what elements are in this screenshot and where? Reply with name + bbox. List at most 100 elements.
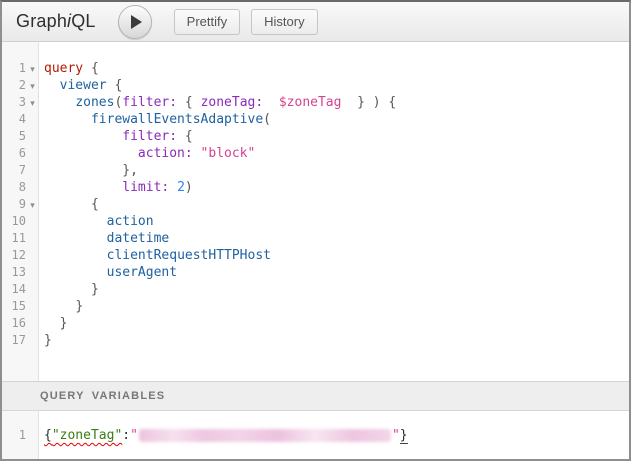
code-token bbox=[193, 146, 201, 161]
code-line[interactable]: 13 userAgent bbox=[2, 264, 629, 281]
code-line-content: }, bbox=[39, 162, 138, 179]
code-token: userAgent bbox=[107, 265, 177, 280]
code-line-content: viewer { bbox=[39, 77, 122, 94]
code-line-content: } bbox=[39, 298, 83, 315]
line-number: 4 bbox=[2, 111, 26, 128]
code-line-content: } bbox=[39, 332, 52, 349]
code-token: { bbox=[83, 61, 99, 76]
code-line[interactable]: 15 } bbox=[2, 298, 629, 315]
code-token: action bbox=[107, 214, 154, 229]
code-token bbox=[169, 180, 177, 195]
query-editor[interactable]: 1▾query {2▾ viewer {3▾ zones(filter: { z… bbox=[2, 42, 629, 381]
code-token: firewallEventsAdaptive bbox=[91, 112, 263, 127]
fold-arrow-icon[interactable]: ▾ bbox=[26, 61, 39, 78]
code-line-content: filter: { bbox=[39, 128, 193, 145]
line-number: 14 bbox=[2, 281, 26, 298]
logo-text: Graph bbox=[16, 11, 67, 31]
code-token: } bbox=[91, 282, 99, 297]
code-token bbox=[263, 95, 279, 110]
code-line[interactable]: 11 datetime bbox=[2, 230, 629, 247]
code-token: ) bbox=[185, 180, 193, 195]
line-number: 3 bbox=[2, 94, 26, 111]
code-token: } bbox=[75, 299, 83, 314]
redacted-value bbox=[139, 429, 391, 442]
code-line[interactable]: 9▾ { bbox=[2, 196, 629, 213]
code-token: zoneTag: bbox=[201, 95, 264, 110]
code-token: "zoneTag" bbox=[52, 428, 122, 443]
variables-line-content: {"zoneTag":""} bbox=[39, 427, 408, 444]
variables-editor[interactable]: 1 {"zoneTag":""} bbox=[2, 411, 629, 459]
prettify-button[interactable]: Prettify bbox=[174, 9, 240, 35]
code-token: } bbox=[44, 333, 52, 348]
code-line[interactable]: 6 action: "block" bbox=[2, 145, 629, 162]
code-token: : bbox=[122, 428, 130, 443]
line-number: 17 bbox=[2, 332, 26, 349]
code-token: 2 bbox=[177, 180, 185, 195]
code-line[interactable]: 14 } bbox=[2, 281, 629, 298]
play-icon bbox=[131, 15, 142, 29]
code-token: filter: bbox=[122, 95, 177, 110]
code-line[interactable]: 16 } bbox=[2, 315, 629, 332]
query-code[interactable]: 1▾query {2▾ viewer {3▾ zones(filter: { z… bbox=[2, 42, 629, 349]
code-line-content: userAgent bbox=[39, 264, 177, 281]
toolbar: GraphiQL Prettify History bbox=[2, 2, 629, 42]
code-token: } bbox=[400, 428, 408, 444]
code-token: datetime bbox=[107, 231, 170, 246]
code-token bbox=[44, 197, 91, 212]
code-line[interactable]: 8 limit: 2) bbox=[2, 179, 629, 196]
code-line[interactable]: 5 filter: { bbox=[2, 128, 629, 145]
code-token: zones bbox=[75, 95, 114, 110]
code-token bbox=[44, 78, 60, 93]
query-variables-header[interactable]: QUERY VARIABLES bbox=[2, 381, 629, 411]
history-button[interactable]: History bbox=[251, 9, 317, 35]
code-token: " bbox=[130, 428, 138, 443]
code-token: action: bbox=[138, 146, 193, 161]
line-number: 9 bbox=[2, 196, 26, 213]
code-token bbox=[44, 129, 122, 144]
code-line-content: firewallEventsAdaptive( bbox=[39, 111, 271, 128]
line-number: 2 bbox=[2, 77, 26, 94]
code-token: " bbox=[392, 428, 400, 443]
code-token bbox=[44, 180, 122, 195]
code-line[interactable]: 1▾ query { bbox=[2, 60, 629, 77]
code-line[interactable]: 4 firewallEventsAdaptive( bbox=[2, 111, 629, 128]
variables-code[interactable]: 1 {"zoneTag":""} bbox=[2, 411, 629, 444]
line-number: 5 bbox=[2, 128, 26, 145]
code-line-content: zones(filter: { zoneTag: $zoneTag } ) { bbox=[39, 94, 396, 111]
line-number: 1 bbox=[2, 427, 26, 444]
fold-arrow-icon[interactable]: ▾ bbox=[26, 95, 39, 112]
code-line-content: action: "block" bbox=[39, 145, 255, 162]
code-token: { bbox=[44, 428, 52, 443]
code-token: clientRequestHTTPHost bbox=[107, 248, 271, 263]
code-line-content: { bbox=[39, 196, 99, 213]
code-line[interactable]: 7 }, bbox=[2, 162, 629, 179]
code-line[interactable]: 1 {"zoneTag":""} bbox=[2, 427, 629, 444]
code-line[interactable]: 10 action bbox=[2, 213, 629, 230]
code-token: filter: bbox=[122, 129, 177, 144]
code-token: } bbox=[60, 316, 68, 331]
code-line[interactable]: 3▾ zones(filter: { zoneTag: $zoneTag } )… bbox=[2, 94, 629, 111]
code-line-content: } bbox=[39, 281, 99, 298]
code-line-content: limit: 2) bbox=[39, 179, 193, 196]
code-token bbox=[44, 265, 107, 280]
line-number: 11 bbox=[2, 230, 26, 247]
line-number: 16 bbox=[2, 315, 26, 332]
line-number: 6 bbox=[2, 145, 26, 162]
graphiql-window: GraphiQL Prettify History 1▾query {2▾ vi… bbox=[0, 0, 631, 461]
line-number: 1 bbox=[2, 60, 26, 77]
code-line[interactable]: 2▾ viewer { bbox=[2, 77, 629, 94]
line-number: 10 bbox=[2, 213, 26, 230]
execute-button[interactable] bbox=[118, 5, 152, 39]
fold-arrow-icon[interactable]: ▾ bbox=[26, 78, 39, 95]
code-token bbox=[44, 95, 75, 110]
app-logo: GraphiQL bbox=[16, 11, 96, 32]
code-line[interactable]: 17} bbox=[2, 332, 629, 349]
code-token: { bbox=[177, 129, 193, 144]
fold-arrow-icon[interactable]: ▾ bbox=[26, 197, 39, 214]
code-token: { bbox=[177, 95, 200, 110]
code-line-content: } bbox=[39, 315, 67, 332]
code-token bbox=[44, 316, 60, 331]
code-token: query bbox=[44, 61, 83, 76]
code-token: { bbox=[91, 197, 99, 212]
code-line[interactable]: 12 clientRequestHTTPHost bbox=[2, 247, 629, 264]
